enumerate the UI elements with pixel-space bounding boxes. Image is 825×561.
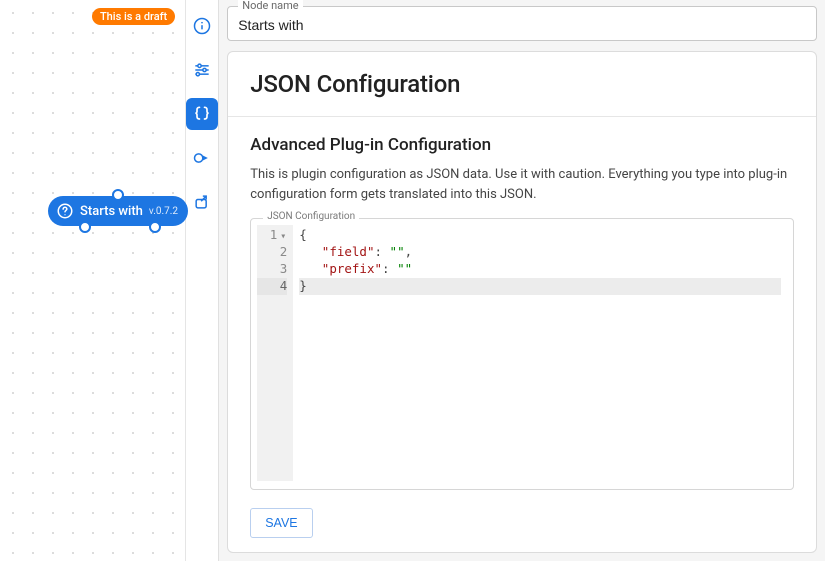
rail-export[interactable] bbox=[186, 186, 218, 218]
json-editor-gutter: 1▾ 2 3 4 bbox=[257, 225, 293, 481]
inspector-panel: Node name JSON Configuration Advanced Pl… bbox=[219, 0, 825, 561]
workflow-canvas[interactable]: This is a draft Starts with v.0.7.2 bbox=[0, 0, 186, 561]
json-config-card: JSON Configuration Advanced Plug-in Conf… bbox=[227, 51, 817, 553]
card-description: This is plugin configuration as JSON dat… bbox=[250, 165, 794, 204]
draft-badge: This is a draft bbox=[92, 8, 175, 25]
node-label: Starts with bbox=[80, 204, 143, 219]
side-rail bbox=[186, 0, 219, 561]
card-header: JSON Configuration bbox=[228, 52, 816, 117]
app-root: This is a draft Starts with v.0.7.2 bbox=[0, 0, 825, 561]
fold-icon[interactable]: ▾ bbox=[279, 230, 287, 244]
card-subheading: Advanced Plug-in Configuration bbox=[250, 135, 794, 155]
info-icon bbox=[192, 16, 212, 36]
rail-sliders[interactable] bbox=[186, 54, 218, 86]
node-port-top[interactable] bbox=[112, 189, 124, 201]
json-editor-code[interactable]: { "field": "", "prefix": "" } bbox=[293, 225, 787, 481]
run-icon bbox=[192, 148, 212, 168]
json-editor[interactable]: 1▾ 2 3 4 { "field": "", "prefix": "" } bbox=[257, 225, 787, 481]
json-editor-fieldset: JSON Configuration 1▾ 2 3 4 { "field": "… bbox=[250, 218, 794, 490]
rail-info[interactable] bbox=[186, 10, 218, 42]
rail-run[interactable] bbox=[186, 142, 218, 174]
json-braces-icon bbox=[192, 104, 212, 124]
node-name-field[interactable]: Node name bbox=[227, 6, 817, 41]
workflow-node[interactable]: Starts with v.0.7.2 bbox=[48, 196, 188, 226]
card-title: JSON Configuration bbox=[250, 70, 794, 98]
json-editor-legend: JSON Configuration bbox=[263, 211, 359, 222]
node-name-input[interactable] bbox=[238, 17, 806, 33]
question-circle-icon bbox=[56, 202, 74, 220]
rail-json[interactable] bbox=[186, 98, 218, 130]
export-icon bbox=[192, 192, 212, 212]
card-body: Advanced Plug-in Configuration This is p… bbox=[228, 117, 816, 552]
save-button[interactable]: SAVE bbox=[250, 508, 312, 538]
node-name-label: Node name bbox=[238, 0, 302, 12]
sliders-icon bbox=[192, 60, 212, 80]
node-version: v.0.7.2 bbox=[149, 206, 178, 217]
save-row: SAVE bbox=[250, 508, 794, 538]
node-port-bottom-right[interactable] bbox=[149, 221, 161, 233]
node-port-bottom-left[interactable] bbox=[79, 221, 91, 233]
